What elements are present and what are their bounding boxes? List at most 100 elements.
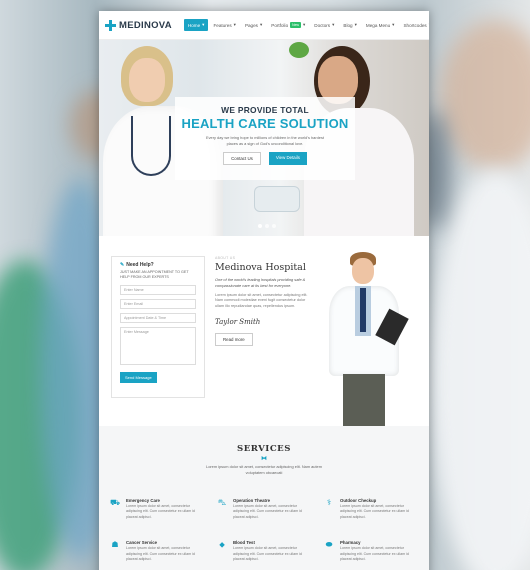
service-name: Operation Theatre: [233, 498, 271, 503]
send-message-button[interactable]: Send Message: [120, 371, 157, 383]
service-desc: Lorem ipsum dolor sit amet, consectetur …: [233, 546, 302, 561]
site-header: MEDINOVA Home ▾ Features ▾ Pages ▾ Portfoli…: [99, 11, 429, 40]
logo-text: MEDINOVA: [119, 19, 172, 31]
service-name: Cancer Service: [126, 540, 158, 546]
email-field[interactable]: Enter Email: [120, 298, 196, 309]
bed-icon: ⛍: [217, 498, 227, 507]
nav-label: Pages: [244, 22, 258, 28]
nav-item-features[interactable]: Features ▾: [209, 19, 239, 31]
medical-cross-icon: [105, 19, 116, 31]
name-field[interactable]: Enter Name: [120, 284, 196, 295]
nav-label: Blog: [343, 22, 353, 28]
hero-kicker: WE PROVIDE TOTAL: [221, 105, 309, 115]
service-desc: Lorem ipsum dolor sit amet, consectetur …: [126, 546, 195, 561]
form-heading: ✎ Need Help?: [120, 262, 196, 268]
about-title: Medinova Hospital: [215, 262, 306, 273]
service-desc: Lorem ipsum dolor sit amet, consectetur …: [340, 504, 409, 519]
background-blur-shape: [430, 170, 530, 570]
hero-caption-box: WE PROVIDE TOTAL HEALTH CARE SOLUTION Ev…: [175, 97, 355, 180]
nav-item-mega-menu[interactable]: Mega Menu ▾: [362, 19, 399, 31]
service-text: Operation Theatre Lorem ipsum dolor sit …: [233, 498, 313, 520]
service-item[interactable]: ⚕ Outdoor Checkup Lorem ipsum dolor sit …: [323, 498, 429, 520]
slider-dot[interactable]: [265, 224, 269, 228]
service-item[interactable]: ☗ Cancer Service Lorem ipsum dolor sit a…: [109, 540, 216, 562]
services-section: SERVICES ⧓ Lorem ipsum dolor sit amet, c…: [99, 426, 429, 570]
ambulance-icon: ⛟: [109, 498, 121, 507]
chevron-down-icon: ▾: [233, 22, 236, 27]
chevron-down-icon: ▾: [259, 22, 263, 27]
signature: Taylor Smith: [215, 317, 261, 326]
pencil-icon: ✎: [120, 262, 125, 268]
about-lead: One of the world's leading hospitals pro…: [215, 277, 306, 288]
main-nav: Home ▾ Features ▾ Pages ▾ Portfolio New ▾ Doc…: [183, 19, 429, 31]
service-item[interactable]: ⬥ Blood Test Lorem ipsum dolor sit amet,…: [216, 540, 323, 562]
form-subtitle: JUST MAKE AN APPOINTMENT TO GET HELP FRO…: [120, 270, 189, 280]
tie-shape: [360, 288, 366, 332]
services-intro: Lorem ipsum dolor sit amet, consectetur …: [206, 464, 322, 475]
slider-dot[interactable]: [258, 224, 262, 228]
service-text: Outdoor Checkup Lorem ipsum dolor sit am…: [340, 498, 420, 520]
nav-label: Portfolio: [271, 22, 289, 28]
nav-item-shortcodes[interactable]: Shortcodes▾: [399, 19, 429, 31]
chevron-down-icon: ▾: [302, 22, 306, 27]
service-text: Emergency Care Lorem ipsum dolor sit ame…: [126, 498, 206, 520]
contact-us-button[interactable]: Contact Us: [223, 151, 261, 165]
logo[interactable]: MEDINOVA: [105, 19, 172, 31]
appointment-form: ✎ Need Help? JUST MAKE AN APPOINTMENT TO…: [111, 256, 205, 398]
face-shape: [352, 258, 374, 284]
hero-buttons: Contact Us View Details: [175, 151, 355, 165]
hero-slider: WE PROVIDE TOTAL HEALTH CARE SOLUTION Ev…: [99, 40, 429, 236]
pants-shape: [343, 374, 385, 426]
hero-text: Every day we bring hope to millions of c…: [206, 135, 324, 146]
about-content: ABOUT US Medinova Hospital One of the wo…: [215, 256, 315, 346]
face-shape: [129, 58, 165, 102]
website-preview: MEDINOVA Home ▾ Features ▾ Pages ▾ Portfoli…: [99, 11, 429, 570]
nav-label: Shortcodes: [403, 22, 427, 28]
about-body: Lorem ipsum dolor sit amet, consectetur …: [215, 292, 308, 309]
stethoscope-icon: ⚕: [326, 498, 332, 507]
slider-dots: [258, 224, 276, 228]
form-title: Need Help?: [126, 262, 154, 268]
about-kicker: ABOUT US: [215, 256, 236, 260]
service-item[interactable]: ⛍ Operation Theatre Lorem ipsum dolor si…: [216, 498, 323, 520]
about-section: ✎ Need Help? JUST MAKE AN APPOINTMENT TO…: [99, 236, 429, 426]
nav-label: Home: [187, 22, 201, 28]
nav-item-portfolio[interactable]: Portfolio New ▾: [267, 19, 309, 31]
slider-dot[interactable]: [272, 224, 276, 228]
chevron-down-icon: ▾: [392, 22, 395, 27]
service-name: Emergency Care: [126, 498, 160, 503]
nav-item-pages[interactable]: Pages ▾: [241, 19, 266, 31]
nav-label: Mega Menu: [365, 22, 391, 28]
service-text: Pharmacy Lorem ipsum dolor sit amet, con…: [340, 540, 420, 562]
nav-item-home[interactable]: Home ▾: [183, 19, 209, 31]
read-more-button[interactable]: Read more: [215, 332, 253, 346]
chevron-down-icon: ▾: [332, 22, 335, 27]
bone-divider-icon: ⧓: [261, 456, 267, 462]
services-grid: ⛟ Emergency Care Lorem ipsum dolor sit a…: [109, 498, 429, 562]
nav-item-doctors[interactable]: Doctors ▾: [310, 19, 338, 31]
chevron-down-icon: ▾: [202, 22, 205, 27]
blood-drop-icon: ⬥: [219, 540, 225, 550]
view-details-button[interactable]: View Details: [268, 151, 307, 165]
medical-device-shape: [254, 186, 300, 212]
service-name: Outdoor Checkup: [340, 498, 377, 503]
nav-label: Features: [213, 22, 232, 28]
service-text: Blood Test Lorem ipsum dolor sit amet, c…: [233, 540, 313, 562]
service-desc: Lorem ipsum dolor sit amet, consectetur …: [233, 504, 302, 519]
new-badge: New: [290, 22, 301, 28]
service-item[interactable]: ⛟ Emergency Care Lorem ipsum dolor sit a…: [109, 498, 216, 520]
chevron-down-icon: ▾: [354, 22, 357, 27]
message-field[interactable]: Enter Message: [120, 326, 196, 365]
service-desc: Lorem ipsum dolor sit amet, consectetur …: [126, 504, 195, 519]
service-name: Pharmacy: [340, 540, 361, 546]
pill-icon: ⬬: [325, 540, 333, 550]
hero-title: HEALTH CARE SOLUTION: [181, 116, 349, 131]
stethoscope-shape: [131, 116, 171, 176]
appointment-date-field[interactable]: Appointment Date & Time: [120, 312, 196, 323]
service-item[interactable]: ⬬ Pharmacy Lorem ipsum dolor sit amet, c…: [323, 540, 429, 562]
services-title: SERVICES: [237, 444, 291, 454]
doctor-icon: ☗: [111, 540, 119, 550]
nav-label: Doctors: [314, 22, 331, 28]
nav-item-blog[interactable]: Blog ▾: [339, 19, 361, 31]
service-text: Cancer Service Lorem ipsum dolor sit ame…: [126, 540, 206, 562]
